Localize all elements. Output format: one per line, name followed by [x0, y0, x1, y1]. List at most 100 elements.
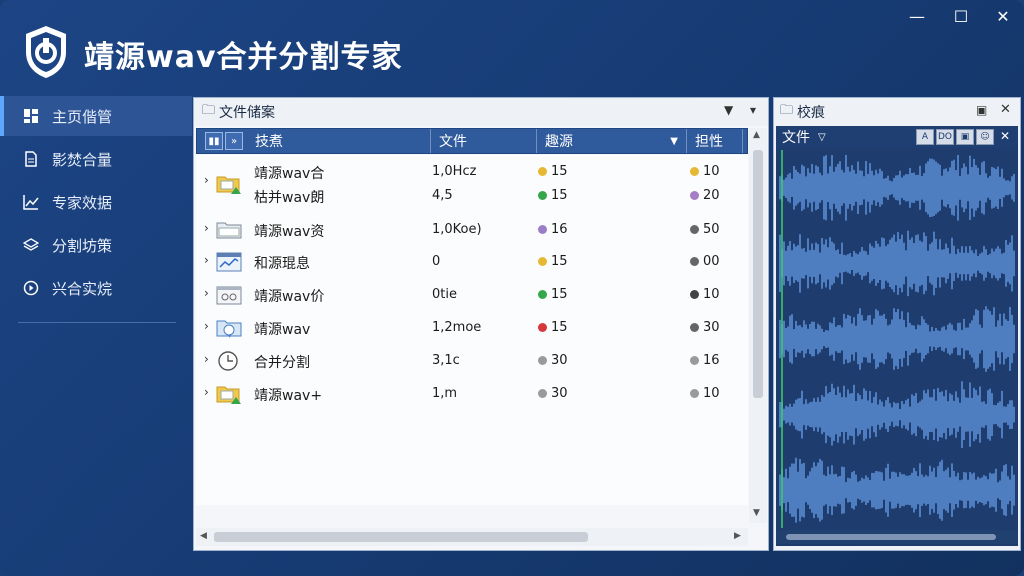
- file-table-body: › 靖源wav合 枯并wav朗 1,0Hcz 4,5 15 15 10 20 ›…: [196, 155, 748, 505]
- chart-window-icon: [216, 252, 242, 272]
- close-icon[interactable]: ✕: [1000, 129, 1010, 143]
- close-button[interactable]: ✕: [992, 6, 1014, 26]
- source-status: 15: [538, 320, 568, 335]
- sidebar-item-split[interactable]: 分割坊策: [0, 225, 192, 265]
- waveform-track: [779, 230, 1015, 297]
- attr-status: 50: [690, 222, 720, 237]
- tool-button[interactable]: ▣: [956, 129, 974, 145]
- folder-add-icon: [216, 386, 241, 404]
- view-grid-button[interactable]: ▮▮: [205, 132, 223, 150]
- attr-status: 10: [690, 164, 720, 179]
- expand-chevron-icon[interactable]: ›: [204, 253, 209, 267]
- table-row[interactable]: › 靖源wav价 0tie 15 10: [196, 280, 748, 310]
- waveform-display[interactable]: [776, 150, 1018, 528]
- minimize-button[interactable]: —: [906, 6, 928, 26]
- scroll-up-icon[interactable]: ▲: [753, 130, 760, 140]
- waveform-track: [779, 155, 1015, 221]
- table-row[interactable]: › 靖源wav合 枯并wav朗 1,0Hcz 4,5 15 15 10 20: [196, 161, 748, 211]
- settings-window-icon: [216, 286, 242, 305]
- expand-chevron-icon[interactable]: ›: [204, 173, 209, 187]
- source-status: 15: [538, 254, 568, 269]
- scrollbar-thumb[interactable]: [214, 532, 588, 542]
- expand-chevron-icon[interactable]: ›: [204, 319, 209, 333]
- file-size: 1,0Koe): [432, 222, 482, 237]
- clock-icon: [218, 351, 238, 371]
- preview-panel-header: 🗀 校痕 ▣ ✕: [774, 98, 1020, 126]
- preview-panel-title: 校痕: [797, 105, 826, 121]
- column-header-attr[interactable]: 担性: [687, 129, 743, 153]
- close-panel-icon[interactable]: ✕: [1000, 102, 1011, 117]
- file-size: 3,1c: [432, 353, 460, 368]
- scrollbar-thumb[interactable]: [753, 150, 763, 398]
- table-row[interactable]: › 和源琨息 0 15 00: [196, 247, 748, 277]
- source-status: 15: [538, 188, 568, 203]
- column-header-source[interactable]: 趣源 ▼: [537, 129, 687, 153]
- dropdown-icon[interactable]: ▽: [818, 132, 826, 143]
- file-panel-title: 文件储案: [219, 105, 276, 121]
- sort-down-icon[interactable]: ▼: [670, 136, 678, 147]
- tool-button[interactable]: A: [916, 129, 934, 145]
- attr-status: 20: [690, 188, 720, 203]
- title-bar: 靖源wav合并分割专家 — ☐ ✕: [0, 0, 1024, 92]
- view-list-button[interactable]: »: [225, 132, 243, 150]
- maximize-button[interactable]: ☐: [950, 6, 972, 26]
- file-size: 1,2moe: [432, 320, 482, 335]
- tool-button[interactable]: ☺: [976, 129, 994, 145]
- file-name: 合并分割: [254, 355, 310, 371]
- attr-status: 10: [690, 386, 720, 401]
- waveform-scrollbar[interactable]: [776, 530, 1018, 544]
- source-status: 15: [538, 164, 568, 179]
- column-header-name[interactable]: 技煮: [247, 129, 431, 153]
- expand-chevron-icon[interactable]: ›: [204, 352, 209, 366]
- vertical-scrollbar[interactable]: ▲ ▼: [749, 128, 767, 523]
- sidebar-divider: [18, 322, 176, 323]
- sidebar-item-label: 主页偕管: [52, 107, 113, 126]
- folder-icon: 🗀: [780, 103, 794, 118]
- table-row[interactable]: › 合并分割 3,1c 30 16: [196, 346, 748, 376]
- tool-button[interactable]: DO: [936, 129, 954, 145]
- waveform-track: [779, 381, 1015, 448]
- expand-chevron-icon[interactable]: ›: [204, 221, 209, 235]
- file-name: 靖源wav价: [254, 289, 325, 305]
- sidebar-item-data[interactable]: 专家效据: [0, 182, 192, 222]
- sidebar-item-merge[interactable]: 影焚合量: [0, 139, 192, 179]
- pin-icon[interactable]: ▣: [976, 103, 987, 117]
- waveform-track: [779, 457, 1015, 523]
- file-size: 4,5: [432, 188, 453, 203]
- panel-dropdown-icon[interactable]: ▼: [724, 103, 733, 117]
- file-size: 0tie: [432, 287, 457, 302]
- waveform-area[interactable]: 文件 ▽ A DO ▣ ☺ ✕: [776, 126, 1018, 546]
- source-status: 30: [538, 353, 568, 368]
- table-row[interactable]: › 靖源wav+ 1,m 30 10: [196, 379, 748, 409]
- panel-menu-icon[interactable]: ▾: [750, 103, 756, 117]
- layers-icon: [22, 236, 40, 254]
- sidebar-item-label: 专家效据: [52, 193, 113, 212]
- horizontal-scrollbar[interactable]: ◀ ▶: [196, 528, 748, 546]
- table-row[interactable]: › 靖源wav资 1,0Koe) 16 50: [196, 215, 748, 245]
- file-size: 1,0Hcz: [432, 164, 477, 179]
- table-row[interactable]: › 靖源wav 1,2moe 15 30: [196, 313, 748, 343]
- file-panel: 🗀 文件储案 ▼ ▾ ▮▮ » 技煮 文件 趣源 ▼ 担性 › 靖源wav合 枯并…: [193, 97, 769, 551]
- app-title: 靖源wav合并分割专家: [84, 40, 403, 75]
- waveform-file-label: 文件: [782, 130, 810, 146]
- scroll-left-icon[interactable]: ◀: [200, 531, 207, 541]
- sidebar-item-practice[interactable]: 兴合实烷: [0, 268, 192, 308]
- document-icon: [22, 150, 40, 168]
- scroll-down-icon[interactable]: ▼: [753, 508, 760, 518]
- shield-logo-icon: [26, 26, 66, 78]
- sidebar-item-home[interactable]: 主页偕管: [0, 96, 192, 136]
- column-header-size[interactable]: 文件: [431, 129, 537, 153]
- preview-panel: 🗀 校痕 ▣ ✕ 文件 ▽ A DO ▣ ☺ ✕: [773, 97, 1021, 551]
- waveform-toolbar: 文件 ▽ A DO ▣ ☺ ✕: [776, 126, 1018, 148]
- expand-chevron-icon[interactable]: ›: [204, 286, 209, 300]
- scroll-right-icon[interactable]: ▶: [734, 531, 741, 541]
- expand-chevron-icon[interactable]: ›: [204, 385, 209, 399]
- dashboard-icon: [22, 107, 40, 125]
- attr-status: 16: [690, 353, 720, 368]
- file-size: 0: [432, 254, 441, 269]
- app-window: 靖源wav合并分割专家 — ☐ ✕ 主页偕管 影焚合量 专家效据 分割坊策 兴合…: [0, 0, 1024, 576]
- sidebar: 主页偕管 影焚合量 专家效据 分割坊策 兴合实烷: [0, 96, 192, 576]
- file-name: 和源琨息: [254, 256, 310, 272]
- source-status: 16: [538, 222, 568, 237]
- scrollbar-thumb[interactable]: [786, 534, 996, 540]
